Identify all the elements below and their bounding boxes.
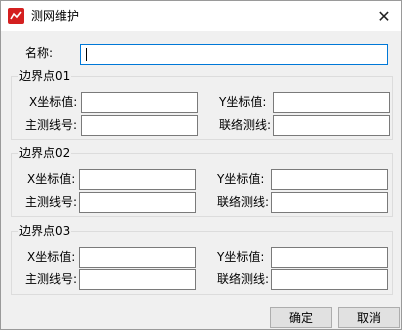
name-label: 名称: (25, 46, 54, 60)
dialog-window: 测网维护 ✕ 名称: 边界点01 X坐标值: Y坐标值: 主测线号: 联络测线:… (0, 0, 402, 330)
y-coord-label-03: Y坐标值: (217, 250, 265, 264)
group-title-01: 边界点01 (18, 69, 72, 83)
x-coord-label-03: X坐标值: (27, 250, 76, 264)
link-line-input-01[interactable] (273, 115, 390, 136)
y-coord-input-03[interactable] (271, 247, 388, 268)
close-button[interactable]: ✕ (367, 1, 401, 31)
name-input[interactable] (80, 44, 388, 65)
main-line-label-03: 主测线号: (25, 272, 78, 286)
x-coord-label-01: X坐标值: (29, 95, 78, 109)
main-line-input-02[interactable] (79, 192, 196, 213)
link-line-input-03[interactable] (271, 269, 388, 290)
group-title-03: 边界点03 (18, 224, 72, 238)
y-coord-input-01[interactable] (273, 92, 390, 113)
main-line-input-01[interactable] (81, 115, 198, 136)
main-line-label-02: 主测线号: (25, 195, 78, 209)
x-coord-label-02: X坐标值: (27, 172, 76, 186)
main-line-label-01: 主测线号: (25, 118, 78, 132)
link-line-label-03: 联络测线: (217, 272, 270, 286)
y-coord-label-02: Y坐标值: (217, 172, 265, 186)
cancel-button[interactable]: 取消 (338, 307, 400, 328)
group-title-02: 边界点02 (18, 146, 72, 160)
x-coord-input-03[interactable] (79, 247, 196, 268)
link-line-label-02: 联络测线: (217, 195, 270, 209)
window-title: 测网维护 (31, 9, 80, 23)
app-icon (8, 8, 24, 24)
main-line-input-03[interactable] (79, 269, 196, 290)
link-line-input-02[interactable] (271, 192, 388, 213)
x-coord-input-01[interactable] (81, 92, 198, 113)
title-bar: 测网维护 ✕ (1, 1, 401, 31)
link-line-label-01: 联络测线: (219, 118, 272, 132)
y-coord-input-02[interactable] (271, 169, 388, 190)
text-caret (86, 48, 87, 61)
y-coord-label-01: Y坐标值: (219, 95, 267, 109)
x-coord-input-02[interactable] (79, 169, 196, 190)
ok-button[interactable]: 确定 (270, 307, 332, 328)
